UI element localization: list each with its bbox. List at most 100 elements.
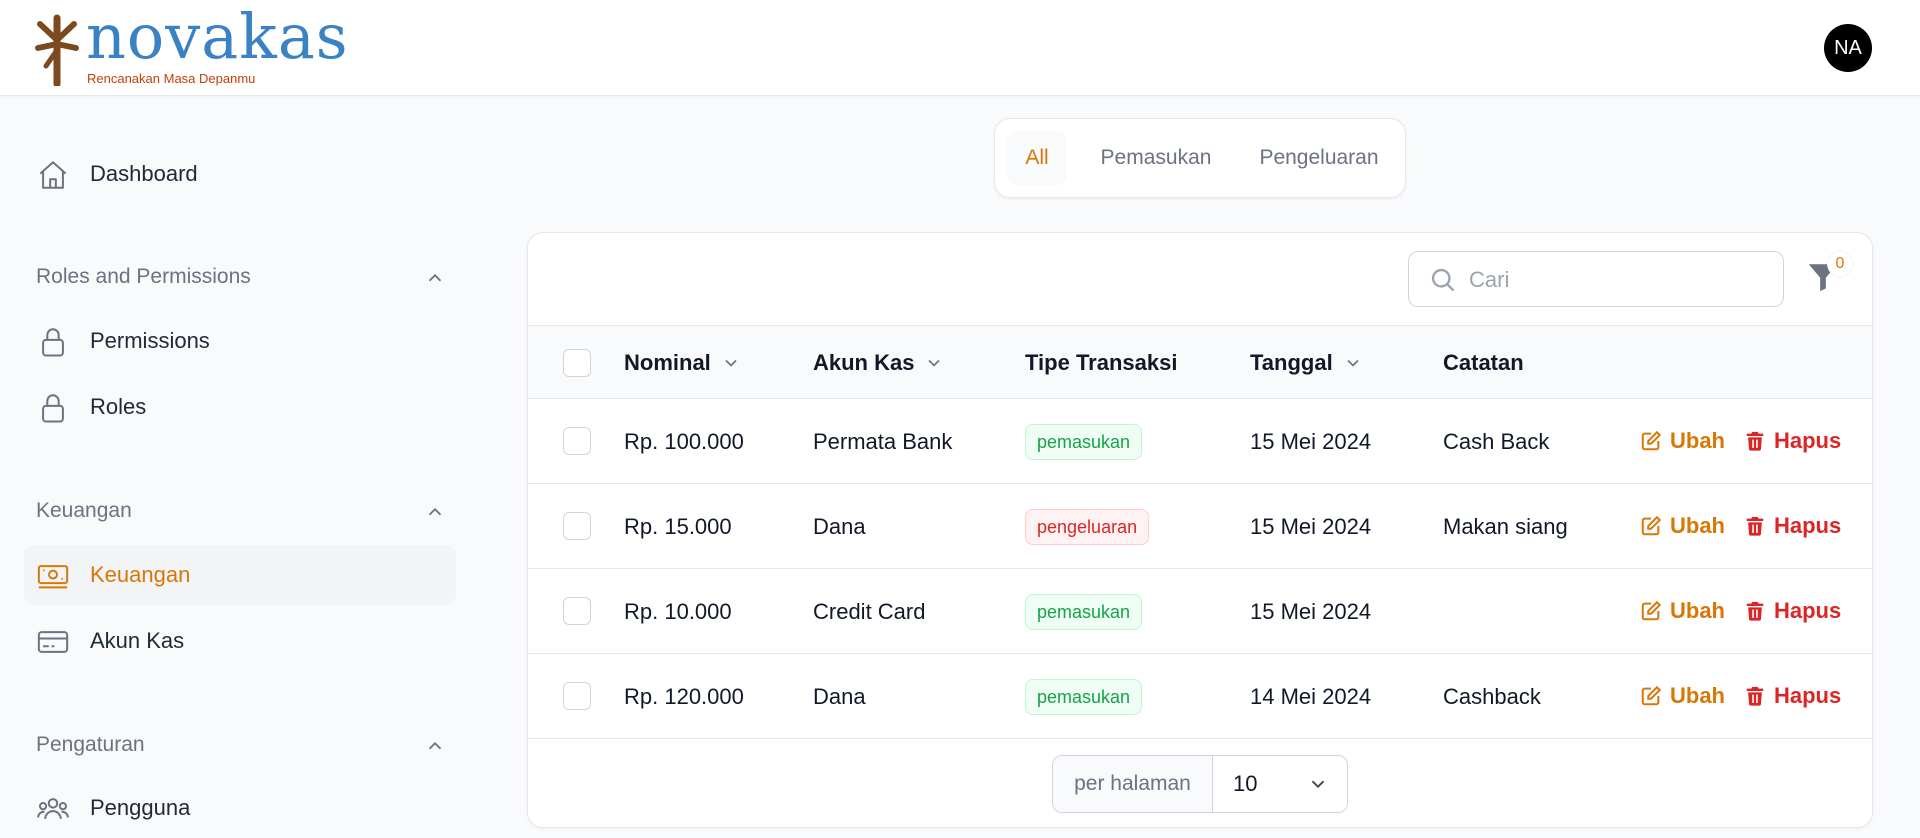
column-header-nominal[interactable]: Nominal [624, 350, 741, 376]
sidebar-group-label: Keuangan [36, 499, 132, 522]
tab-pengeluaran[interactable]: Pengeluaran [1241, 131, 1397, 185]
edit-label: Ubah [1670, 598, 1725, 623]
cell-tanggal: 15 Mei 2024 [1250, 514, 1372, 539]
sidebar-item-label: Roles [90, 394, 147, 419]
edit-button[interactable]: Ubah [1640, 428, 1725, 454]
logo-mark-icon [35, 14, 79, 86]
table-row: Rp. 100.000 Permata Bank pemasukan 15 Me… [528, 399, 1872, 484]
sidebar-group-label: Pengaturan [36, 733, 145, 756]
sidebar-group-roles-permissions[interactable]: Roles and Permissions [36, 263, 446, 295]
delete-button[interactable]: Hapus [1744, 513, 1841, 539]
sidebar-item-label: Pengguna [90, 795, 191, 820]
sidebar-item-dashboard[interactable]: Dashboard [24, 144, 456, 204]
table-header: Nominal Akun Kas Tipe Transaksi Tanggal … [528, 325, 1872, 399]
search-icon [1431, 268, 1455, 292]
row-checkbox[interactable] [563, 597, 591, 625]
per-page-label: per halaman [1053, 756, 1213, 812]
table-row: Rp. 10.000 Credit Card pemasukan 15 Mei … [528, 569, 1872, 654]
search-input[interactable] [1469, 262, 1769, 298]
brand-name: novakas [86, 0, 349, 73]
home-icon [39, 161, 67, 189]
edit-icon [1641, 685, 1662, 706]
column-header-tanggal[interactable]: Tanggal [1250, 350, 1363, 376]
column-header-label: Nominal [624, 350, 711, 375]
lock-icon [42, 394, 64, 423]
trash-icon [1746, 516, 1764, 536]
credit-card-icon [37, 631, 69, 653]
tab-pemasukan[interactable]: Pemasukan [1077, 131, 1235, 185]
edit-label: Ubah [1670, 428, 1725, 453]
chevron-up-icon [428, 273, 442, 282]
column-header-label: Akun Kas [813, 350, 915, 375]
lock-icon [42, 328, 64, 357]
column-header-label: Tanggal [1250, 350, 1333, 375]
sidebar-item-permissions[interactable]: Permissions [24, 311, 456, 371]
delete-button[interactable]: Hapus [1744, 598, 1841, 624]
row-checkbox[interactable] [563, 682, 591, 710]
chevron-down-icon [1347, 359, 1359, 367]
chevron-down-icon [725, 359, 737, 367]
sidebar-group-label: Roles and Permissions [36, 265, 251, 288]
delete-button[interactable]: Hapus [1744, 683, 1841, 709]
sidebar: Dashboard Roles and Permissions Permissi… [0, 97, 470, 838]
chevron-up-icon [428, 507, 442, 516]
cell-tanggal: 15 Mei 2024 [1250, 429, 1372, 454]
transactions-card: 0 Nominal Akun Kas Tipe Transaksi Tangga… [527, 232, 1873, 828]
banknotes-icon [37, 565, 69, 589]
column-header-label: Tipe Transaksi [1025, 350, 1178, 375]
edit-button[interactable]: Ubah [1640, 683, 1725, 709]
type-badge: pemasukan [1025, 594, 1143, 630]
cell-akun-kas: Dana [813, 684, 866, 709]
sidebar-item-pengguna[interactable]: Pengguna [24, 778, 456, 838]
cell-nominal: Rp. 120.000 [624, 684, 744, 709]
trash-icon [1746, 431, 1764, 451]
cell-tanggal: 14 Mei 2024 [1250, 684, 1372, 709]
per-page-select[interactable]: per halaman 10 [1052, 755, 1348, 813]
edit-button[interactable]: Ubah [1640, 513, 1725, 539]
cell-catatan: Makan siang [1443, 514, 1568, 539]
chevron-down-icon [928, 359, 941, 367]
cell-akun-kas: Credit Card [813, 599, 926, 624]
delete-button[interactable]: Hapus [1744, 428, 1841, 454]
type-badge: pemasukan [1025, 679, 1143, 715]
users-icon [37, 798, 69, 820]
brand-logo[interactable]: novakas Rencanakan Masa Depanmu [34, 6, 354, 90]
column-header-tipe-transaksi: Tipe Transaksi [1025, 350, 1177, 376]
column-header-akun-kas[interactable]: Akun Kas [813, 350, 944, 376]
table-row: Rp. 120.000 Dana pemasukan 14 Mei 2024 C… [528, 654, 1872, 739]
cell-tanggal: 15 Mei 2024 [1250, 599, 1372, 624]
sidebar-group-keuangan[interactable]: Keuangan [36, 497, 446, 529]
cell-nominal: Rp. 100.000 [624, 429, 744, 454]
search-box[interactable] [1408, 251, 1784, 307]
type-badge: pemasukan [1025, 424, 1143, 460]
sidebar-group-pengaturan[interactable]: Pengaturan [36, 731, 446, 763]
chevron-up-icon [428, 741, 442, 750]
type-badge: pengeluaran [1025, 509, 1150, 545]
sidebar-item-roles[interactable]: Roles [24, 377, 456, 437]
delete-label: Hapus [1774, 598, 1842, 623]
chevron-down-icon [1311, 780, 1325, 789]
sidebar-item-keuangan[interactable]: Keuangan [24, 545, 456, 605]
edit-button[interactable]: Ubah [1640, 598, 1725, 624]
row-checkbox[interactable] [563, 427, 591, 455]
cell-catatan: Cash Back [1443, 429, 1550, 454]
delete-label: Hapus [1774, 513, 1842, 538]
trash-icon [1746, 601, 1764, 621]
cell-akun-kas: Dana [813, 514, 866, 539]
edit-icon [1641, 515, 1662, 536]
delete-label: Hapus [1774, 683, 1842, 708]
cell-catatan: Cashback [1443, 684, 1541, 709]
edit-icon [1641, 430, 1662, 451]
trash-icon [1746, 686, 1764, 706]
edit-label: Ubah [1670, 683, 1725, 708]
sidebar-item-akun-kas[interactable]: Akun Kas [24, 611, 456, 671]
edit-label: Ubah [1670, 513, 1725, 538]
table-row: Rp. 15.000 Dana pengeluaran 15 Mei 2024 … [528, 484, 1872, 569]
row-checkbox[interactable] [563, 512, 591, 540]
user-avatar[interactable]: NA [1824, 24, 1872, 72]
per-page-value: 10 [1233, 771, 1258, 796]
column-header-label: Catatan [1443, 350, 1524, 375]
select-all-checkbox[interactable] [563, 349, 591, 377]
sidebar-item-label: Akun Kas [90, 628, 185, 653]
tab-all[interactable]: All [1007, 131, 1067, 185]
